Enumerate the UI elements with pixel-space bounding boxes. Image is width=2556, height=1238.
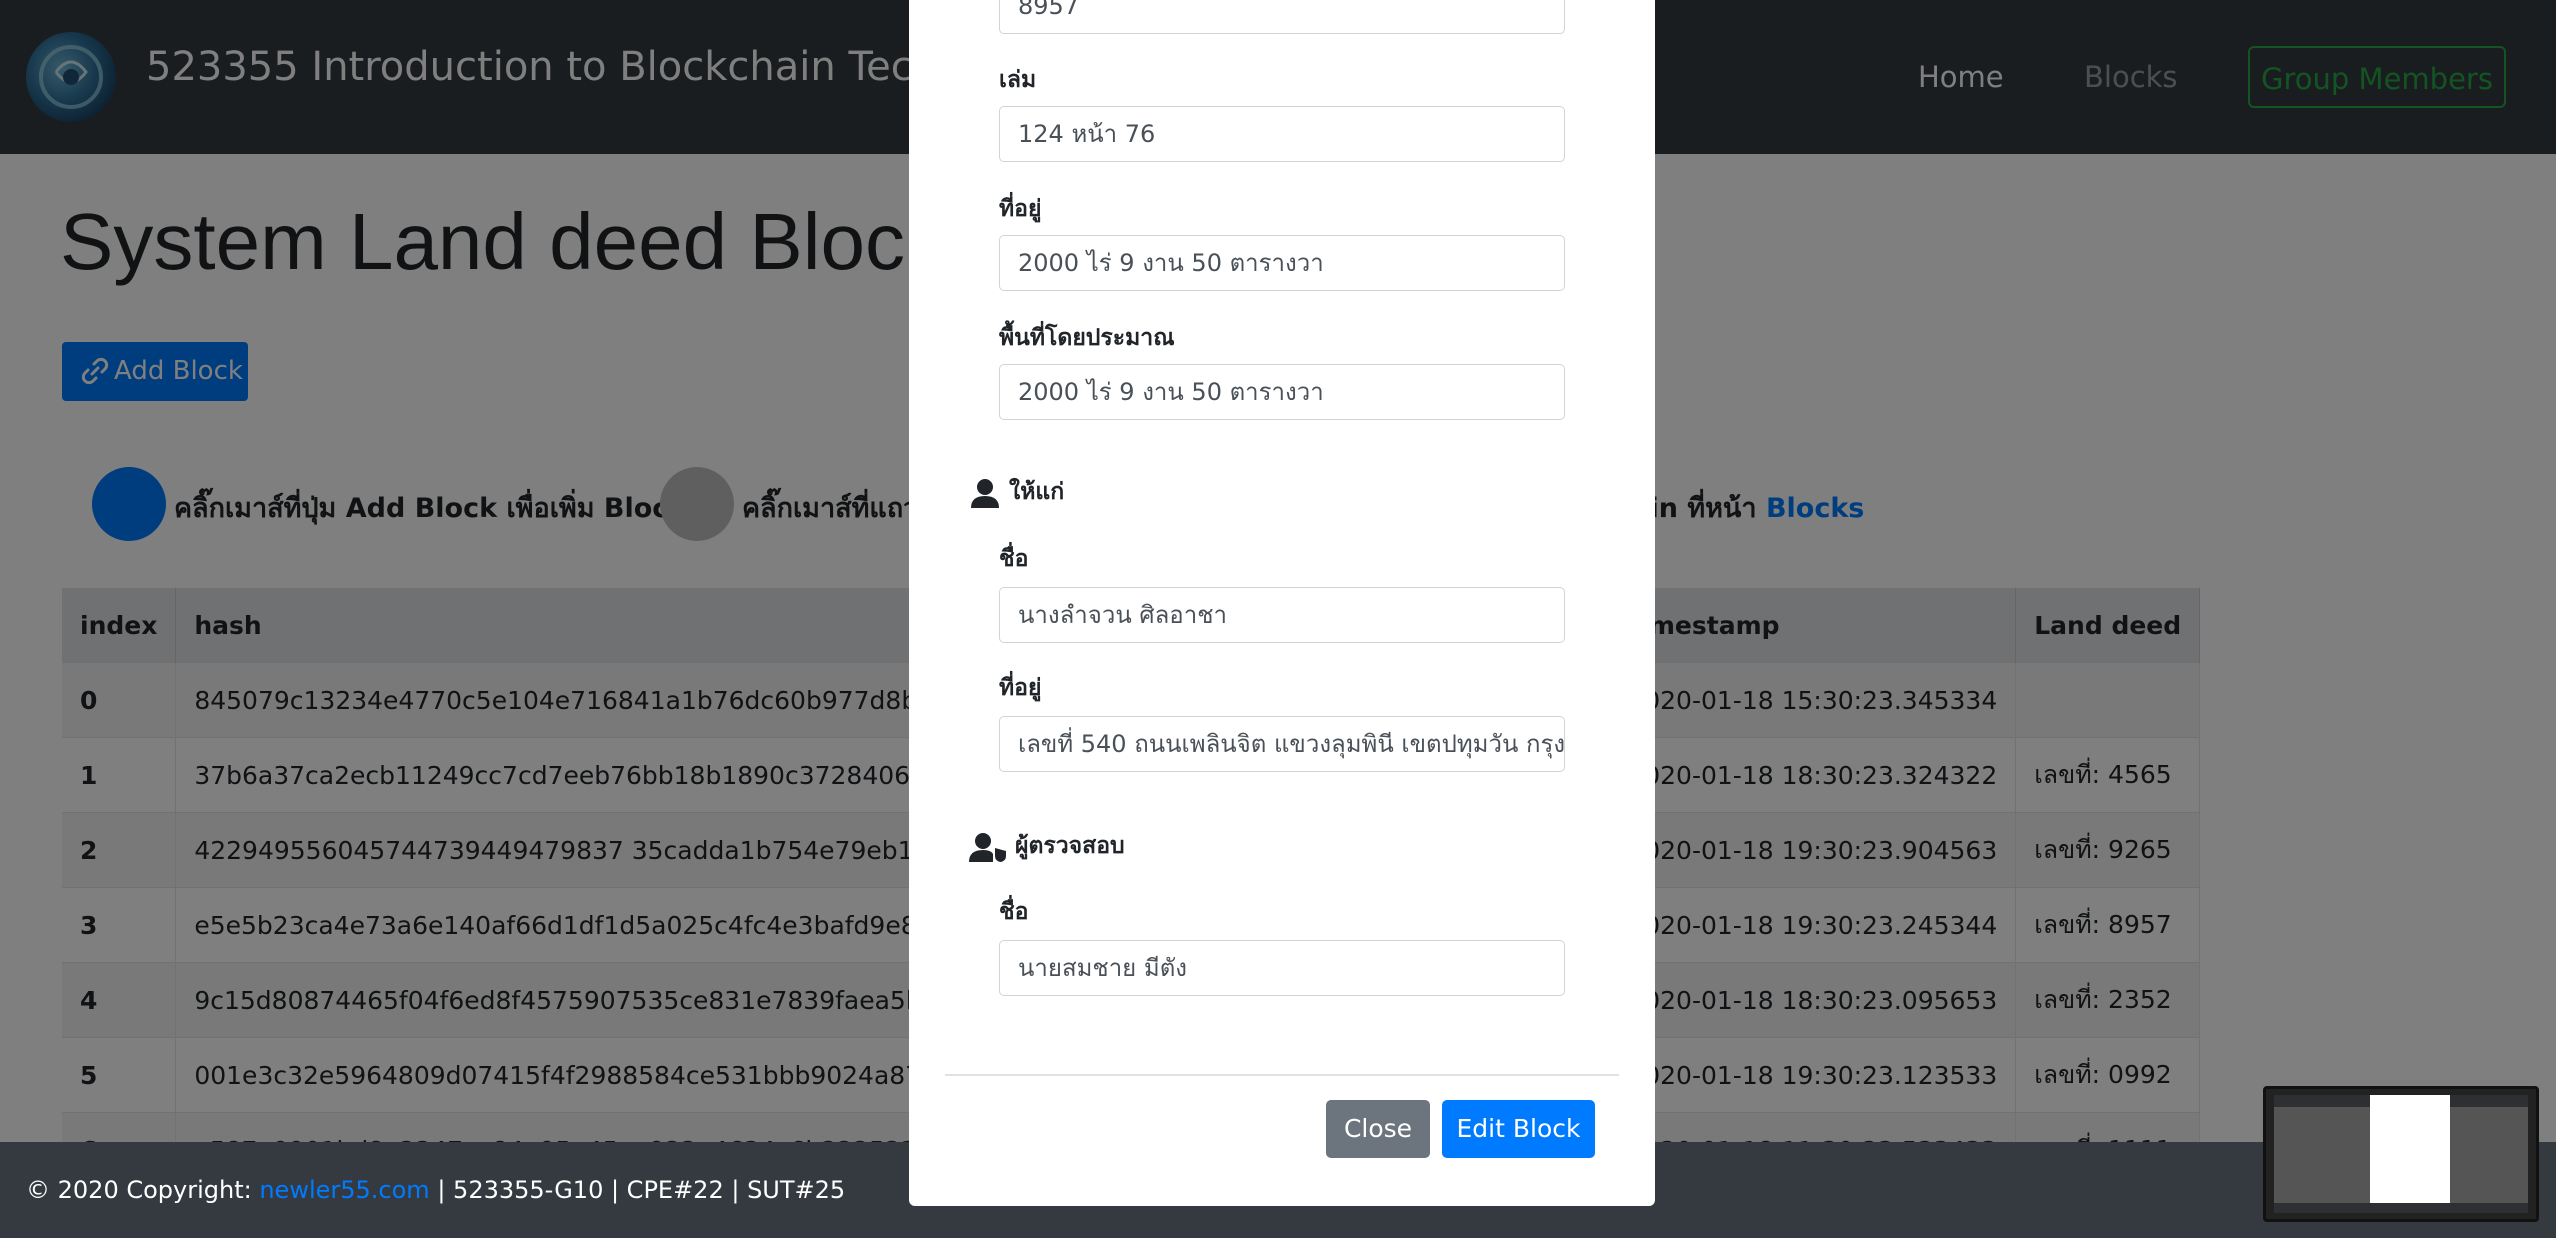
- screenshot-thumbnail[interactable]: [2263, 1086, 2539, 1222]
- footer-copyright: © 2020 Copyright: newler55.com | 523355-…: [26, 1176, 845, 1204]
- address-label: ที่อยู่: [999, 196, 1042, 222]
- grantee-name-label: ชื่อ: [999, 546, 1029, 572]
- thumbnail-modal: [2370, 1095, 2450, 1213]
- grantee-section-heading: ให้แก่: [969, 474, 1064, 510]
- area-input[interactable]: 2000 ไร่ 9 งาน 50 ตารางวา: [999, 364, 1565, 420]
- area-label: พื้นที่โดยประมาณ: [999, 325, 1175, 351]
- thumbnail-preview: [2274, 1095, 2528, 1213]
- footer-link[interactable]: newler55.com: [259, 1176, 429, 1204]
- inspector-name-label: ชื่อ: [999, 899, 1029, 925]
- user-icon: [971, 478, 999, 508]
- inspector-name-input[interactable]: นายสมชาย มีตัง: [999, 940, 1565, 996]
- inspector-section-label: ผู้ตรวจสอบ: [1015, 833, 1125, 859]
- book-input[interactable]: 124 หน้า 76: [999, 106, 1565, 162]
- grantee-section-label: ให้แก่: [1009, 479, 1065, 505]
- thumbnail-footer: [2274, 1203, 2528, 1213]
- edit-block-button[interactable]: Edit Block: [1442, 1100, 1595, 1158]
- grantee-address-input[interactable]: เลขที่ 540 ถนนเพลินจิต แขวงลุมพินี เขตปท…: [999, 716, 1565, 772]
- deed-number-input[interactable]: 8957: [999, 0, 1565, 34]
- book-label: เล่ม: [999, 67, 1037, 93]
- address-input[interactable]: 2000 ไร่ 9 งาน 50 ตารางวา: [999, 235, 1565, 291]
- modal-footer-divider: [945, 1074, 1619, 1076]
- grantee-name-input[interactable]: นางลำจวน ศิลอาชา: [999, 587, 1565, 643]
- user-shield-icon: [969, 832, 1006, 862]
- footer-group-info: | 523355-G10 | CPE#22 | SUT#25: [437, 1176, 846, 1204]
- close-button[interactable]: Close: [1326, 1100, 1430, 1158]
- grantee-address-label: ที่อยู่: [999, 675, 1042, 701]
- inspector-section-heading: ผู้ตรวจสอบ: [969, 828, 1125, 864]
- edit-block-modal: 8957 เล่ม 124 หน้า 76 ที่อยู่ 2000 ไร่ 9…: [909, 0, 1655, 1206]
- footer-copyright-text: © 2020 Copyright:: [26, 1176, 252, 1204]
